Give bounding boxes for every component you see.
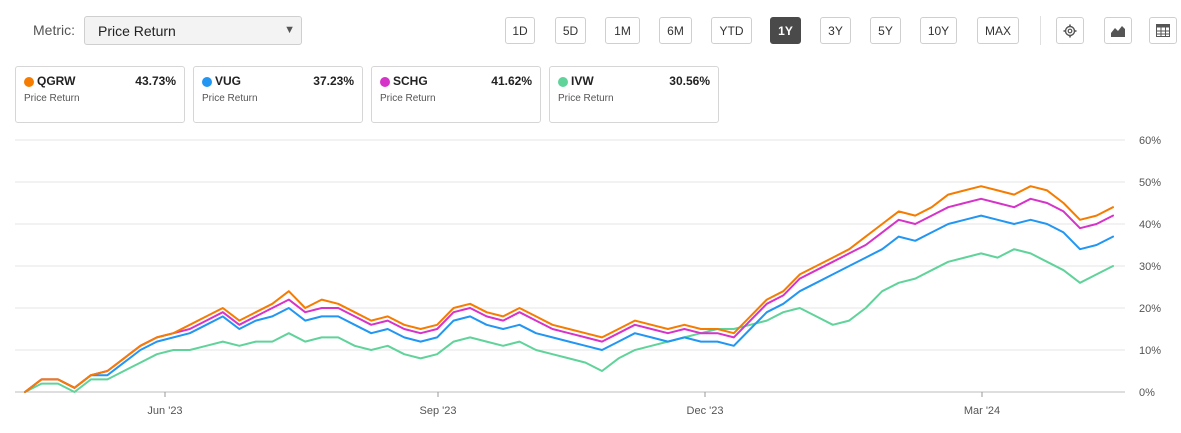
x-tick-label: Sep '23	[420, 405, 457, 417]
range-button-10y[interactable]: 10Y	[920, 17, 957, 44]
series-color-dot	[380, 77, 390, 87]
series-color-dot	[24, 77, 34, 87]
settings-button[interactable]	[1056, 17, 1084, 44]
legend-card-ivw[interactable]: IVW 30.56% Price Return	[549, 66, 719, 123]
range-button-3y[interactable]: 3Y	[820, 17, 851, 44]
card-subtitle: Price Return	[558, 93, 614, 104]
mountain-chart-icon	[1111, 25, 1125, 37]
series-color-dot	[202, 77, 212, 87]
table-view-button[interactable]	[1149, 17, 1177, 44]
gear-icon	[1063, 24, 1077, 37]
metric-label: Metric:	[33, 22, 75, 38]
card-symbol: IVW	[571, 74, 594, 88]
range-button-1d[interactable]: 1D	[505, 17, 535, 44]
y-tick-label: 30%	[1139, 261, 1161, 273]
card-value: 43.73%	[135, 74, 176, 88]
y-tick-label: 10%	[1139, 345, 1161, 357]
toolbar-divider	[1040, 16, 1041, 45]
x-tick-label: Mar '24	[964, 405, 1000, 417]
chevron-down-icon: ▼	[284, 24, 295, 36]
y-tick-label: 0%	[1139, 387, 1155, 399]
range-button-5d[interactable]: 5D	[555, 17, 586, 44]
metric-value: Price Return	[98, 23, 176, 39]
y-tick-label: 60%	[1139, 135, 1161, 147]
legend-card-vug[interactable]: VUG 37.23% Price Return	[193, 66, 363, 123]
series-line-schg[interactable]	[24, 197, 1114, 393]
range-button-ytd[interactable]: YTD	[711, 17, 752, 44]
series-line-qgrw[interactable]	[24, 185, 1114, 393]
card-symbol: QGRW	[37, 74, 76, 88]
metric-select[interactable]: Price Return ▼	[84, 16, 302, 45]
y-tick-label: 50%	[1139, 177, 1161, 189]
y-tick-label: 40%	[1139, 219, 1161, 231]
y-tick-label: 20%	[1139, 303, 1161, 315]
card-subtitle: Price Return	[380, 93, 436, 104]
legend-card-qgrw[interactable]: QGRW 43.73% Price Return	[15, 66, 185, 123]
range-button-5y[interactable]: 5Y	[870, 17, 901, 44]
card-subtitle: Price Return	[202, 93, 258, 104]
price-return-chart[interactable]: 0% 10% 20% 30% 40% 50% 60% Jun '23 Sep '23 Dec '2…	[0, 130, 1181, 433]
series-color-dot	[558, 77, 568, 87]
card-subtitle: Price Return	[24, 93, 80, 104]
chart-type-button[interactable]	[1104, 17, 1132, 44]
card-value: 30.56%	[669, 74, 710, 88]
card-symbol: SCHG	[393, 74, 428, 88]
range-button-max[interactable]: MAX	[977, 17, 1019, 44]
range-button-1m[interactable]: 1M	[605, 17, 640, 44]
x-tick-label: Jun '23	[147, 405, 182, 417]
table-icon	[1156, 24, 1170, 37]
card-symbol: VUG	[215, 74, 242, 88]
series-line-vug[interactable]	[24, 214, 1114, 393]
card-value: 41.62%	[491, 74, 532, 88]
card-value: 37.23%	[313, 74, 354, 88]
range-button-1y[interactable]: 1Y	[770, 17, 801, 44]
series-line-ivw[interactable]	[24, 248, 1114, 393]
legend-card-schg[interactable]: SCHG 41.62% Price Return	[371, 66, 541, 123]
x-tick-label: Dec '23	[687, 405, 724, 417]
range-button-6m[interactable]: 6M	[659, 17, 692, 44]
